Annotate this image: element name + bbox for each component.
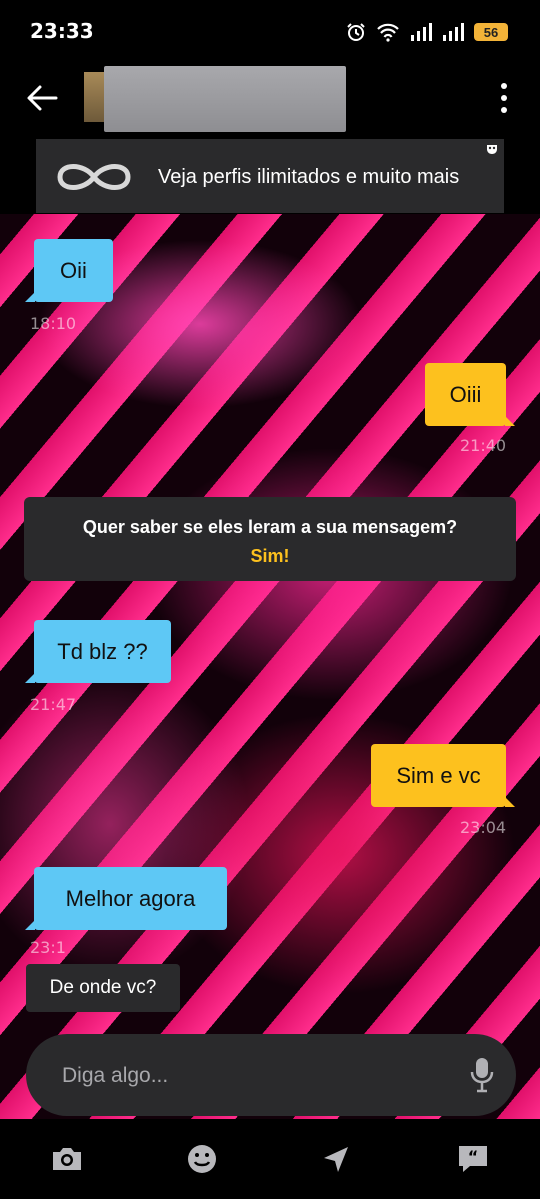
location-button[interactable] (316, 1140, 356, 1178)
location-arrow-icon (324, 1147, 348, 1172)
more-vertical-icon[interactable] (492, 78, 516, 118)
camera-icon (53, 1148, 81, 1170)
chat-toolbar: “ (0, 1120, 540, 1199)
avatar[interactable] (84, 72, 106, 122)
message-text: Sim e vc (396, 762, 481, 788)
bubble-tail (25, 920, 35, 930)
bubble-tail (505, 797, 515, 807)
wifi-icon (377, 23, 399, 42)
message-text: Td blz ?? (57, 638, 148, 664)
status-bar: 23:33 56 (0, 0, 540, 62)
message-text: Oiii (449, 381, 482, 407)
signal-icon (411, 23, 432, 41)
chat-thread[interactable]: Oii 18:10 Oiii 21:40 Quer saber se eles … (0, 214, 540, 1119)
message-time: 23:1 (30, 938, 66, 957)
message-bubble-incoming[interactable]: Oii (25, 239, 113, 302)
status-icons: 56 (346, 20, 508, 44)
saved-phrases-button[interactable]: “ (453, 1140, 493, 1178)
bubble-tail (25, 292, 35, 302)
quick-reply-suggestion[interactable]: De onde vc? (26, 964, 180, 1012)
grindr-mask-icon (487, 145, 497, 154)
message-bubble-outgoing[interactable]: Sim e vc (371, 744, 515, 807)
message-time: 21:47 (30, 695, 77, 714)
status-time: 23:33 (30, 19, 94, 43)
message-text: Melhor agora (65, 885, 196, 911)
battery-level: 56 (474, 23, 508, 41)
svg-text:“: “ (468, 1147, 479, 1166)
read-receipt-question: Quer saber se eles leram a sua mensagem? (82, 517, 458, 537)
message-time: 21:40 (460, 436, 507, 455)
saved-phrases-icon: “ (459, 1146, 487, 1172)
read-receipt-yes-button[interactable]: Sim! (24, 546, 516, 567)
infinity-icon (57, 164, 131, 190)
upgrade-banner[interactable]: Veja perfis ilimitados e muito mais (36, 139, 504, 213)
emoji-button[interactable] (182, 1140, 222, 1178)
bubble-tail (505, 416, 515, 426)
microphone-icon[interactable] (470, 1056, 494, 1094)
message-text: Oii (60, 257, 87, 283)
emoji-icon (188, 1145, 216, 1173)
message-time: 18:10 (30, 314, 77, 333)
camera-button[interactable] (47, 1140, 87, 1178)
profile-name-redacted[interactable] (104, 66, 346, 132)
read-receipt-prompt: Quer saber se eles leram a sua mensagem?… (24, 497, 516, 581)
signal-icon-2 (443, 23, 464, 41)
message-input[interactable] (60, 1054, 444, 1098)
message-time: 23:04 (460, 818, 507, 837)
promo-text: Veja perfis ilimitados e muito mais (158, 166, 460, 188)
alarm-icon (347, 23, 365, 41)
message-bubble-incoming[interactable]: Td blz ?? (25, 620, 171, 683)
bubble-tail (25, 673, 35, 683)
message-composer (26, 1034, 516, 1116)
message-bubble-incoming[interactable]: Melhor agora (25, 867, 227, 930)
arrow-left-icon[interactable] (22, 78, 62, 118)
message-bubble-outgoing[interactable]: Oiii (425, 363, 515, 426)
